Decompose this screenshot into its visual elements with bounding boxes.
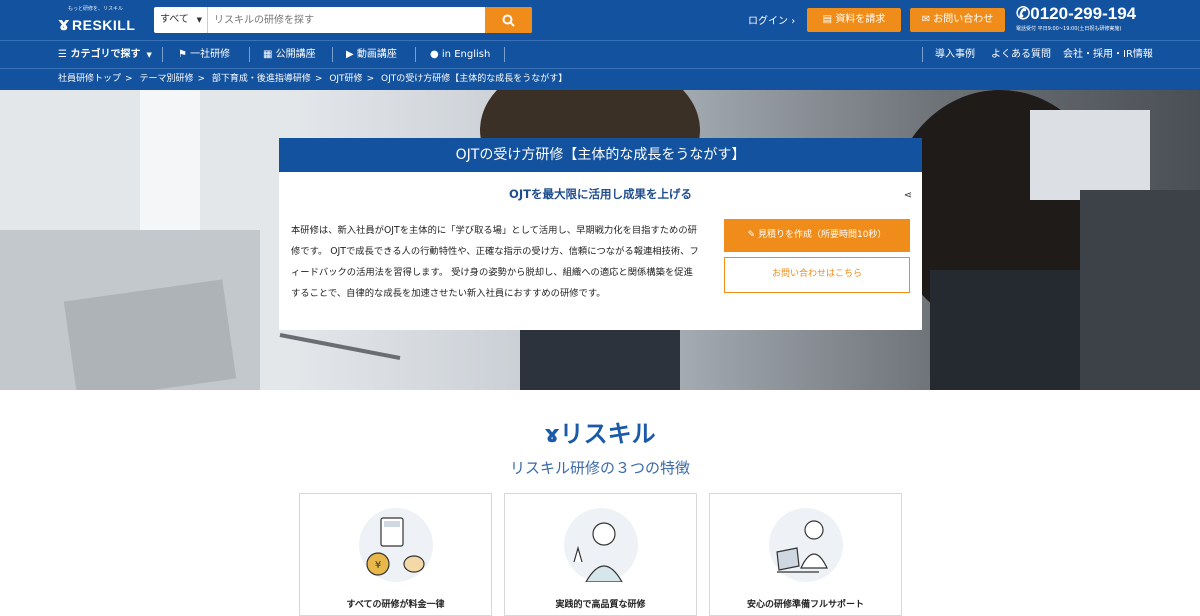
chevron-down-icon: ▼ bbox=[196, 16, 202, 24]
nav-item-label: 一社研修 bbox=[190, 49, 231, 60]
nav-item-faq[interactable]: よくある質問 bbox=[991, 41, 1051, 68]
phone-hours: 電話受付 平日9:00~19:00(土日祝も研修実施) bbox=[1016, 26, 1122, 32]
nav-item-english[interactable]: ● in English bbox=[430, 41, 490, 68]
feature-label: すべての研修が料金一律 bbox=[346, 600, 445, 610]
breadcrumb-separator: > bbox=[197, 74, 205, 84]
nav-item-video[interactable]: ▶ 動画講座 bbox=[346, 41, 397, 68]
features-heading: リスキル研修の３つの特徴 bbox=[509, 459, 690, 477]
search-category-select[interactable]: すべて ▼ bbox=[154, 7, 208, 33]
breadcrumb-separator: > bbox=[366, 74, 375, 84]
chevron-down-icon: ▼ bbox=[146, 51, 152, 59]
request-docs-button[interactable]: ▤ 資料を請求 bbox=[807, 8, 901, 32]
search-bar: すべて ▼ bbox=[154, 7, 532, 33]
breadcrumb-link[interactable]: テーマ別研修 bbox=[139, 74, 193, 84]
feature-illustration: ¥ bbox=[359, 508, 433, 582]
contact-label: お問い合わせ bbox=[933, 14, 994, 25]
breadcrumb-link[interactable]: OJT研修 bbox=[329, 74, 362, 84]
inquiry-button[interactable]: お問い合わせはこちら bbox=[724, 257, 910, 293]
logo-name: RESKILL bbox=[72, 17, 136, 33]
estimate-button[interactable]: ✎ 見積りを作成（所要時間10秒） bbox=[724, 219, 910, 252]
logo-mark-icon: ɤ bbox=[544, 420, 560, 448]
request-docs-label: 資料を請求 bbox=[835, 14, 886, 25]
course-card: OJTの受け方研修【主体的な成長をうながす】 OJTを最大限に活用し成果を上げる… bbox=[279, 138, 922, 330]
feature-label: 安心の研修準備フルサポート bbox=[746, 600, 864, 610]
contact-button[interactable]: ✉ お問い合わせ bbox=[910, 8, 1005, 32]
laptop-support-icon bbox=[776, 520, 828, 573]
breadcrumb-link[interactable]: 社員研修トップ bbox=[58, 74, 121, 84]
play-icon: ▶ bbox=[346, 49, 357, 60]
nav-item-public[interactable]: ▦ 公開講座 bbox=[263, 41, 316, 68]
login-label: ログイン bbox=[748, 16, 788, 27]
instructor-icon bbox=[573, 522, 624, 583]
brand-name: リスキル bbox=[559, 420, 656, 448]
phone-number: 0120-299-194 bbox=[1030, 4, 1137, 23]
feature-illustration bbox=[769, 508, 843, 582]
nav-category-menu[interactable]: ☰ カテゴリで探す ▼ bbox=[58, 41, 152, 68]
menu-icon: ☰ bbox=[58, 49, 71, 60]
feature-card: 安心の研修準備フルサポート bbox=[709, 493, 902, 616]
estimate-button-label: 見積りを作成（所要時間10秒） bbox=[757, 230, 887, 240]
nav-divider bbox=[249, 47, 250, 62]
nav-divider bbox=[415, 47, 416, 62]
feature-label: 実践的で高品質な研修 bbox=[555, 600, 646, 610]
course-subtitle: OJTを最大限に活用し成果を上げる bbox=[509, 187, 692, 201]
mail-icon: ✉ bbox=[921, 14, 934, 25]
breadcrumb-separator: > bbox=[125, 74, 133, 84]
search-icon bbox=[502, 14, 515, 27]
nav-item-cases[interactable]: 導入事例 bbox=[935, 41, 975, 68]
nav-item-label: 動画講座 bbox=[356, 49, 397, 60]
breadcrumb-separator: > bbox=[314, 74, 323, 84]
share-icon[interactable]: ⋖ bbox=[904, 190, 912, 201]
breadcrumb-link[interactable]: 部下育成・後進指導研修 bbox=[212, 74, 311, 84]
feature-card: ¥ すべての研修が料金一律 bbox=[299, 493, 492, 616]
logo-mark-icon: ɤ bbox=[58, 14, 70, 35]
globe-icon: ● bbox=[430, 49, 442, 60]
feature-card: 実践的で高品質な研修 bbox=[504, 493, 697, 616]
chevron-right-icon: › bbox=[791, 16, 796, 27]
main-nav: ☰ カテゴリで探す ▼ ⚑ 一社研修 ▦ 公開講座 ▶ 動画講座 ● in Eng… bbox=[0, 40, 1200, 68]
phone-contact[interactable]: ✆0120-299-194 電話受付 平日9:00~19:00(土日祝も研修実施… bbox=[1016, 4, 1136, 32]
course-title: OJTの受け方研修【主体的な成長をうながす】 bbox=[279, 138, 922, 172]
nav-category-label: カテゴリで探す bbox=[70, 49, 141, 60]
login-link[interactable]: ログイン › bbox=[748, 12, 795, 27]
breadcrumb: 社員研修トップ > テーマ別研修 > 部下育成・後進指導研修 > OJT研修 > OJT… bbox=[0, 68, 1200, 90]
search-input[interactable] bbox=[210, 7, 480, 33]
nav-divider bbox=[162, 47, 163, 62]
nav-item-label: in English bbox=[441, 49, 491, 60]
nav-item-label: 公開講座 bbox=[275, 49, 316, 60]
calendar-icon: ▦ bbox=[263, 49, 276, 60]
calculator-coin-icon: ¥ bbox=[366, 517, 425, 576]
svg-text:¥: ¥ bbox=[375, 560, 381, 571]
nav-item-company[interactable]: 会社・採用・IR情報 bbox=[1063, 41, 1153, 68]
breadcrumb-current: OJTの受け方研修【主体的な成長をうながす】 bbox=[380, 74, 568, 84]
pencil-icon: ✎ bbox=[747, 230, 758, 240]
search-category-label: すべて bbox=[160, 14, 189, 25]
presentation-icon: ⚑ bbox=[178, 49, 191, 60]
brand-logo: ɤリスキル bbox=[0, 414, 1200, 449]
nav-item-inhouse[interactable]: ⚑ 一社研修 bbox=[178, 41, 230, 68]
top-header: もっと研修を、リスキル ɤ RESKILL すべて ▼ ログイン › ▤ 資料を… bbox=[0, 0, 1200, 40]
logo-tagline: もっと研修を、リスキル bbox=[68, 6, 124, 12]
nav-divider bbox=[332, 47, 333, 62]
search-button[interactable] bbox=[485, 7, 532, 33]
nav-divider bbox=[922, 47, 923, 62]
course-description: 本研修は、新入社員がOJTを主体的に「学び取る場」として活用し、早期戦力化を目指… bbox=[291, 225, 699, 299]
document-icon: ▤ bbox=[822, 14, 836, 25]
phone-icon: ✆ bbox=[1016, 4, 1031, 23]
feature-illustration bbox=[564, 508, 638, 583]
nav-divider bbox=[504, 47, 505, 62]
